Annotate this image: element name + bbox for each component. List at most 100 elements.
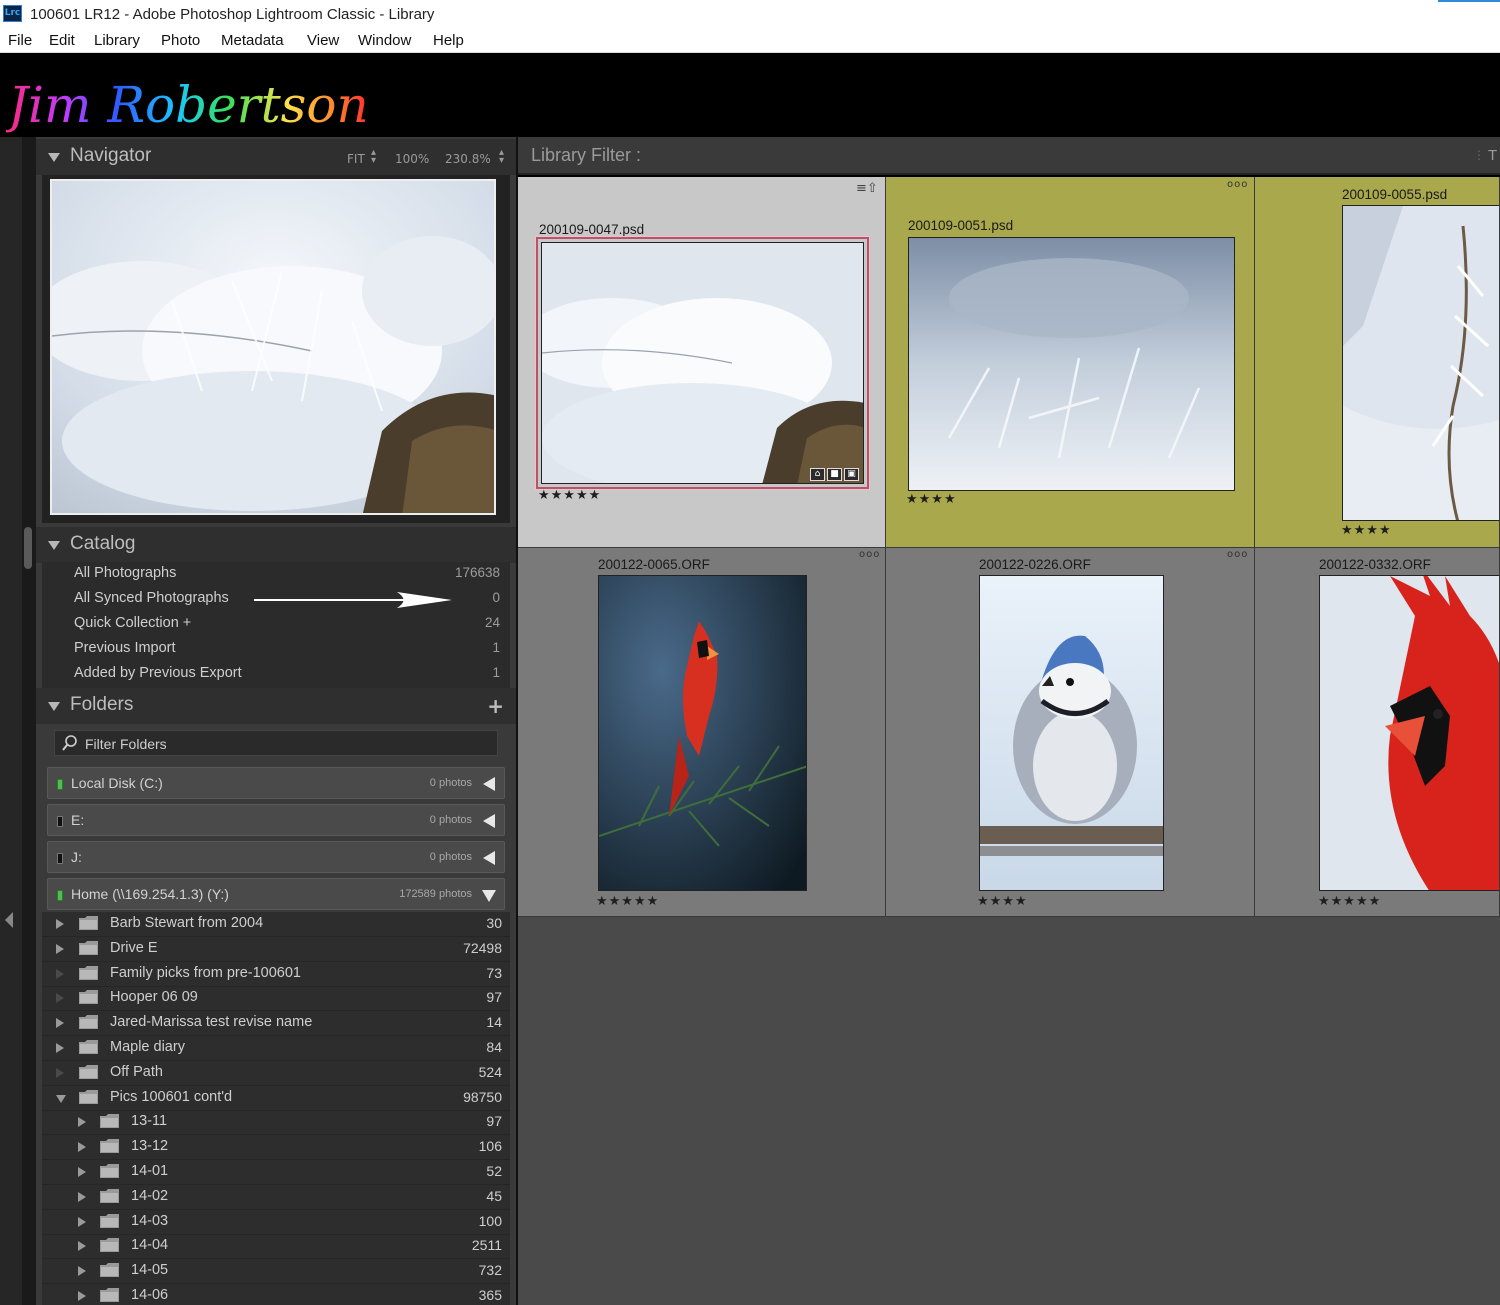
volume-local-disk[interactable]: Local Disk (C:) 0 photos (47, 767, 505, 799)
thumbnail-image[interactable] (1319, 575, 1499, 891)
catalog-item-quick-collection[interactable]: Quick Collection + 24 (42, 612, 510, 637)
grid-cell[interactable]: ooo 200122-0226.ORF ★★★★ (886, 548, 1255, 917)
folder-expand-icon[interactable] (56, 943, 64, 954)
folder-row[interactable]: Barb Stewart from 2004 30 (42, 912, 510, 937)
folder-expand-icon[interactable] (78, 1241, 86, 1252)
folder-expand-icon[interactable] (78, 1291, 86, 1301)
grid-cell[interactable]: ≡⇧ 200109-0047.psd ⌂ ■ ▣ ★★★★★ (518, 177, 886, 548)
folder-expand-icon[interactable] (78, 1142, 86, 1153)
volume-e[interactable]: E: 0 photos (47, 804, 505, 836)
catalog-item-all-synced[interactable]: All Synced Photographs 0 (42, 587, 510, 612)
folder-expand-icon[interactable] (56, 1018, 64, 1029)
volume-expand-icon[interactable] (483, 851, 495, 865)
folder-expand-icon[interactable] (56, 1043, 64, 1053)
navigator-header[interactable]: Navigator FIT ▴ ▾ 100% 230.8% ▴ ▾ (36, 139, 516, 175)
zoom-custom-stepper-icon[interactable]: ▴ ▾ (499, 148, 504, 166)
thumbnail-image[interactable] (908, 237, 1235, 491)
rating-stars[interactable]: ★★★★★ (1318, 894, 1381, 909)
catalog-item-added-by-previous-export[interactable]: Added by Previous Export 1 (42, 662, 510, 687)
folder-expand-icon[interactable] (78, 1117, 86, 1128)
cell-menu-dots-icon[interactable]: ooo (1227, 179, 1248, 190)
rating-stars[interactable]: ★★★★ (977, 894, 1028, 909)
navigator-preview-image[interactable] (50, 179, 496, 515)
catalog-item-label: Quick Collection + (74, 615, 192, 631)
menu-view[interactable]: View (307, 32, 339, 49)
catalog-collapse-icon[interactable] (48, 541, 60, 550)
menu-window[interactable]: Window (358, 32, 411, 49)
folder-expand-icon[interactable] (56, 1094, 66, 1103)
crop-badge-icon[interactable]: ▣ (844, 468, 859, 481)
left-panel-scrollbar[interactable] (22, 137, 36, 1305)
folder-expand-icon[interactable] (78, 1191, 86, 1202)
menu-file[interactable]: File (8, 32, 32, 49)
folder-expand-icon[interactable] (78, 1266, 86, 1277)
folder-row[interactable]: 13-12 106 (42, 1135, 510, 1161)
folders-header[interactable]: Folders + (36, 688, 516, 724)
folder-expand-icon[interactable] (78, 1216, 86, 1227)
volume-j[interactable]: J: 0 photos (47, 841, 505, 873)
folder-row[interactable]: 13-11 97 (42, 1110, 510, 1136)
catalog-item-previous-import[interactable]: Previous Import 1 (42, 637, 510, 662)
folder-row[interactable]: 14-02 45 (42, 1185, 510, 1210)
left-panel-scroll-thumb[interactable] (24, 527, 32, 569)
cell-sort-icon[interactable]: ≡⇧ (856, 181, 878, 196)
folder-row[interactable]: 14-03 100 (42, 1210, 510, 1235)
navigator-collapse-icon[interactable] (48, 153, 60, 162)
thumbnail-image[interactable] (541, 242, 864, 484)
thumbnail-image[interactable] (1342, 205, 1499, 521)
thumbnail-image[interactable] (979, 575, 1164, 891)
zoom-fit-stepper-icon[interactable]: ▴ ▾ (371, 148, 376, 166)
folder-row[interactable]: 14-04 2511 (42, 1234, 510, 1260)
keyword-badge-icon[interactable]: ⌂ (810, 468, 825, 481)
cell-menu-dots-icon[interactable]: ooo (859, 549, 880, 560)
folder-row[interactable]: Family picks from pre-100601 73 (42, 962, 510, 987)
zoom-fit[interactable]: FIT (347, 152, 365, 166)
folder-row[interactable]: 14-06 365 (42, 1284, 510, 1305)
folder-expand-icon[interactable] (56, 993, 64, 1004)
comment-badge-icon[interactable]: ■ (827, 468, 842, 481)
folder-row[interactable]: 14-01 52 (42, 1160, 510, 1185)
rating-stars[interactable]: ★★★★ (1341, 523, 1392, 538)
rating-stars[interactable]: ★★★★★ (596, 894, 659, 909)
rating-stars[interactable]: ★★★★★ (538, 488, 601, 503)
folder-row[interactable]: Maple diary 84 (42, 1036, 510, 1061)
menu-edit[interactable]: Edit (49, 32, 75, 49)
folder-expand-icon[interactable] (78, 1167, 86, 1177)
menu-library[interactable]: Library (94, 32, 140, 49)
folders-collapse-icon[interactable] (48, 702, 60, 711)
folder-row[interactable]: Hooper 06 09 97 (42, 986, 510, 1012)
menu-photo[interactable]: Photo (161, 32, 200, 49)
library-filter-title[interactable]: Library Filter : (531, 145, 641, 166)
grid-cell[interactable]: ooo 200109-0051.psd ★★★★ (886, 177, 1255, 548)
folder-row[interactable]: Pics 100601 cont'd 98750 (42, 1086, 510, 1111)
menu-metadata[interactable]: Metadata (221, 32, 284, 49)
folder-row[interactable]: Jared-Marissa test revise name 14 (42, 1011, 510, 1037)
catalog-header[interactable]: Catalog (36, 527, 516, 563)
cell-menu-dots-icon[interactable]: ooo (1227, 549, 1248, 560)
grid-cell[interactable]: ooo 200122-0065.ORF ★★★★★ (518, 548, 886, 917)
collapse-left-panel-icon[interactable] (5, 912, 13, 928)
lightroom-app-icon[interactable]: Lrc (3, 5, 22, 22)
menu-help[interactable]: Help (433, 32, 464, 49)
folder-expand-icon[interactable] (56, 1067, 64, 1078)
add-folder-button[interactable]: + (487, 694, 504, 718)
folder-row[interactable]: Drive E 72498 (42, 937, 510, 962)
grid-cell[interactable]: 200109-0055.psd ★★★★ (1255, 177, 1500, 548)
folder-row[interactable]: Off Path 524 (42, 1061, 510, 1086)
folder-row[interactable]: 14-05 732 (42, 1259, 510, 1285)
library-filter-text-option[interactable]: T (1488, 147, 1497, 164)
volume-expand-icon[interactable] (483, 777, 495, 791)
zoom-100[interactable]: 100% (395, 152, 429, 166)
folder-expand-icon[interactable] (56, 919, 64, 929)
folder-expand-icon[interactable] (56, 968, 64, 979)
volume-home[interactable]: Home (\\169.254.1.3) (Y:) 172589 photos (47, 878, 505, 910)
volume-collapse-icon[interactable] (482, 890, 496, 902)
rating-stars[interactable]: ★★★★ (906, 492, 957, 507)
folder-icon (79, 1040, 98, 1054)
volume-expand-icon[interactable] (483, 814, 495, 828)
catalog-item-all-photographs[interactable]: All Photographs 176638 (42, 562, 510, 587)
grid-cell[interactable]: 200122-0332.ORF ★★★★★ (1255, 548, 1500, 917)
zoom-custom[interactable]: 230.8% (445, 152, 491, 166)
filter-folders-input[interactable]: Filter Folders (54, 730, 498, 756)
thumbnail-image[interactable] (598, 575, 807, 891)
